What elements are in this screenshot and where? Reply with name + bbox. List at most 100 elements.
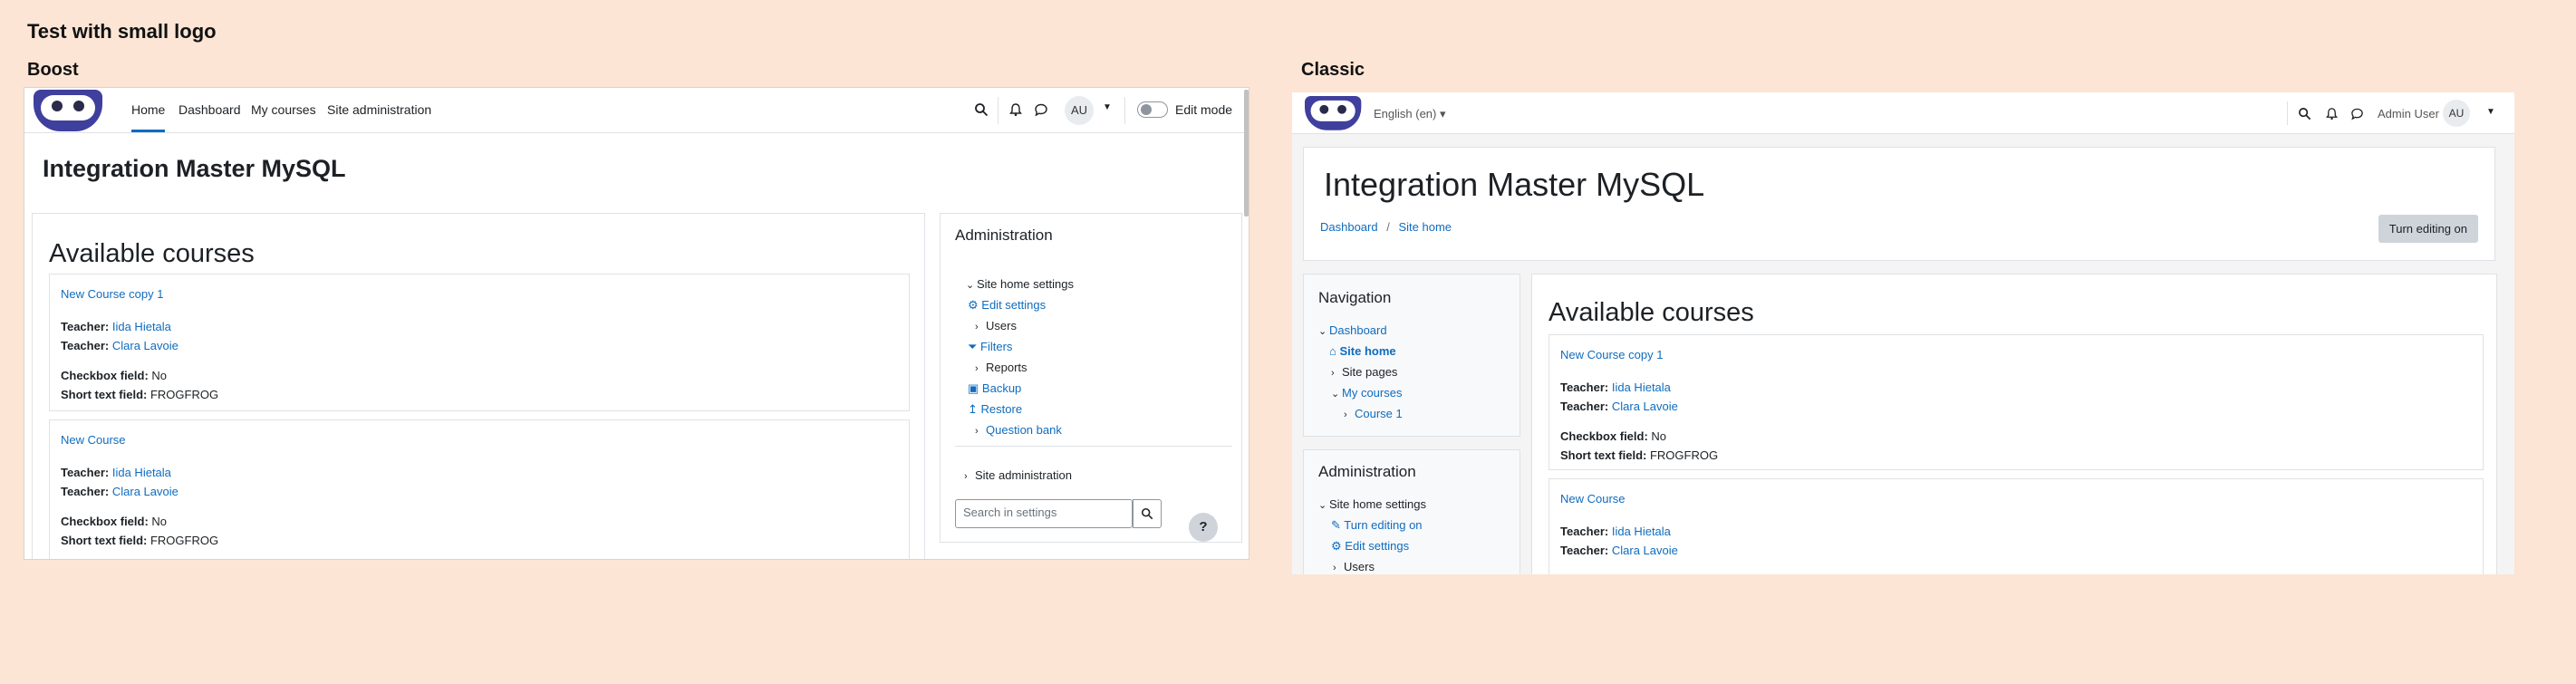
bell-icon[interactable] [1008,101,1023,118]
tree-filters[interactable]: ⏷ Filters [968,340,1012,354]
language-menu[interactable]: English (en) ▾ [1374,107,1446,121]
nav-course-1[interactable]: › Course 1 [1344,407,1403,420]
tree-site-home-settings[interactable]: ⌄ Site home settings [1318,497,1426,511]
boost-navbar: Home Dashboard My courses Site administr… [24,88,1249,133]
messages-icon[interactable] [1034,101,1048,118]
short-text-field: Short text field: FROGFROG [1560,448,1719,462]
search-icon [1141,507,1153,520]
search-icon[interactable] [2298,106,2311,122]
site-logo[interactable] [1305,96,1362,130]
short-text-field: Short text field: FROGFROG [61,388,219,401]
nav-site-administration[interactable]: Site administration [327,102,431,117]
breadcrumb: Dashboard / Site home [1320,220,1452,234]
tree-turn-editing-on[interactable]: ✎ Turn editing on [1331,518,1423,533]
chevron-down-icon: ⌄ [1318,326,1327,337]
course-box: New Course copy 1 Teacher: Iida Hietala … [1548,334,2484,470]
user-menu-caret-icon[interactable]: ▼ [1103,102,1112,112]
home-icon: ⌂ [1329,344,1336,358]
administration-block: Administration ⌄ Site home settings ✎ Tur… [1303,449,1520,574]
teacher-link[interactable]: Clara Lavoie [112,485,178,498]
filter-icon: ⏷ [968,340,978,353]
course-box: New Course copy 1 Teacher: Iida Hietala … [49,274,910,411]
teacher-line: Teacher: Iida Hietala [1560,525,1671,538]
user-avatar[interactable]: AU [2443,100,2470,127]
gear-icon: ⚙ [968,298,979,312]
chevron-right-icon: › [1333,563,1336,573]
chevron-right-icon: › [1344,409,1347,420]
search-settings-input[interactable]: Search in settings [955,499,1133,528]
teacher-link[interactable]: Iida Hietala [1612,381,1671,394]
administration-heading: Administration [955,226,1053,244]
turn-editing-on-button[interactable]: Turn editing on [2378,215,2478,243]
nav-site-pages[interactable]: › Site pages [1331,365,1397,379]
messages-icon[interactable] [2350,106,2364,122]
tree-site-home-settings[interactable]: ⌄ Site home settings [966,277,1074,291]
nav-my-courses[interactable]: ⌄ My courses [1331,386,1402,400]
scrollbar[interactable] [1244,90,1249,217]
search-settings-button[interactable] [1133,499,1162,528]
course-link[interactable]: New Course copy 1 [1560,348,1663,361]
teacher-link[interactable]: Clara Lavoie [1612,400,1678,413]
tree-question-bank[interactable]: › Question bank [975,423,1062,437]
breadcrumb-site-home[interactable]: Site home [1398,220,1452,234]
tree-edit-settings[interactable]: ⚙ Edit settings [1331,539,1409,554]
restore-icon: ↥ [968,402,978,416]
edit-mode-toggle[interactable] [1137,101,1168,118]
course-box: New Course Teacher: Iida Hietala Teacher… [1548,478,2484,574]
teacher-link[interactable]: Clara Lavoie [112,339,178,352]
course-link[interactable]: New Course [1560,492,1626,506]
checkbox-field: Checkbox field: No [61,515,168,528]
teacher-line: Teacher: Clara Lavoie [61,339,178,352]
tree-backup[interactable]: ▣ Backup [968,381,1021,396]
classic-navbar: English (en) ▾ Admin User AU ▼ [1292,92,2514,134]
course-box: New Course Teacher: Iida Hietala Teacher… [49,419,910,559]
teacher-line: Teacher: Iida Hietala [1560,381,1671,394]
teacher-line: Teacher: Iida Hietala [61,466,171,479]
nav-dashboard[interactable]: ⌄ Dashboard [1318,323,1387,337]
chevron-right-icon: › [975,322,979,332]
user-avatar[interactable]: AU [1065,96,1094,125]
tree-site-administration[interactable]: › Site administration [964,468,1072,482]
tree-reports[interactable]: › Reports [975,361,1028,374]
tree-restore[interactable]: ↥ Restore [968,402,1022,417]
nav-my-courses[interactable]: My courses [251,102,316,117]
course-link[interactable]: New Course [61,433,126,447]
navigation-heading: Navigation [1318,289,1392,306]
bell-icon[interactable] [2325,106,2339,122]
breadcrumb-dashboard[interactable]: Dashboard [1320,220,1378,234]
chevron-right-icon: › [964,471,968,482]
available-courses-heading: Available courses [1548,298,1754,327]
nav-site-home[interactable]: ⌂ Site home [1329,344,1396,358]
site-title: Integration Master MySQL [1324,166,1705,203]
available-courses-heading: Available courses [49,239,255,268]
tree-edit-settings[interactable]: ⚙ Edit settings [968,298,1046,313]
course-link[interactable]: New Course copy 1 [61,287,163,301]
teacher-link[interactable]: Iida Hietala [112,466,171,479]
chevron-right-icon: › [975,426,979,437]
classic-frame: English (en) ▾ Admin User AU ▼ Integrati… [1292,92,2514,574]
user-menu-caret-icon[interactable]: ▼ [2486,107,2495,117]
tree-users[interactable]: › Users [1333,560,1375,573]
page-title: Test with small logo [27,20,217,43]
courses-card: Available courses New Course copy 1 Teac… [32,213,925,559]
teacher-line: Teacher: Clara Lavoie [1560,544,1678,557]
nav-dashboard[interactable]: Dashboard [178,102,241,117]
teacher-line: Teacher: Iida Hietala [61,320,171,333]
chevron-right-icon: › [1331,368,1335,379]
short-text-field: Short text field: FROGFROG [61,534,219,547]
boost-heading: Boost [27,60,79,80]
tree-users[interactable]: › Users [975,319,1017,332]
checkbox-field: Checkbox field: No [1560,429,1667,443]
teacher-link[interactable]: Clara Lavoie [1612,544,1678,557]
user-name[interactable]: Admin User [2378,107,2439,120]
teacher-link[interactable]: Iida Hietala [1612,525,1671,538]
search-icon[interactable] [974,101,989,118]
teacher-line: Teacher: Clara Lavoie [61,485,178,498]
pencil-icon: ✎ [1331,518,1341,532]
help-button[interactable]: ? [1189,513,1218,542]
teacher-link[interactable]: Iida Hietala [112,320,171,333]
nav-home[interactable]: Home [131,102,166,132]
site-logo[interactable] [34,90,102,131]
classic-heading: Classic [1301,60,1365,80]
administration-heading: Administration [1318,463,1416,480]
